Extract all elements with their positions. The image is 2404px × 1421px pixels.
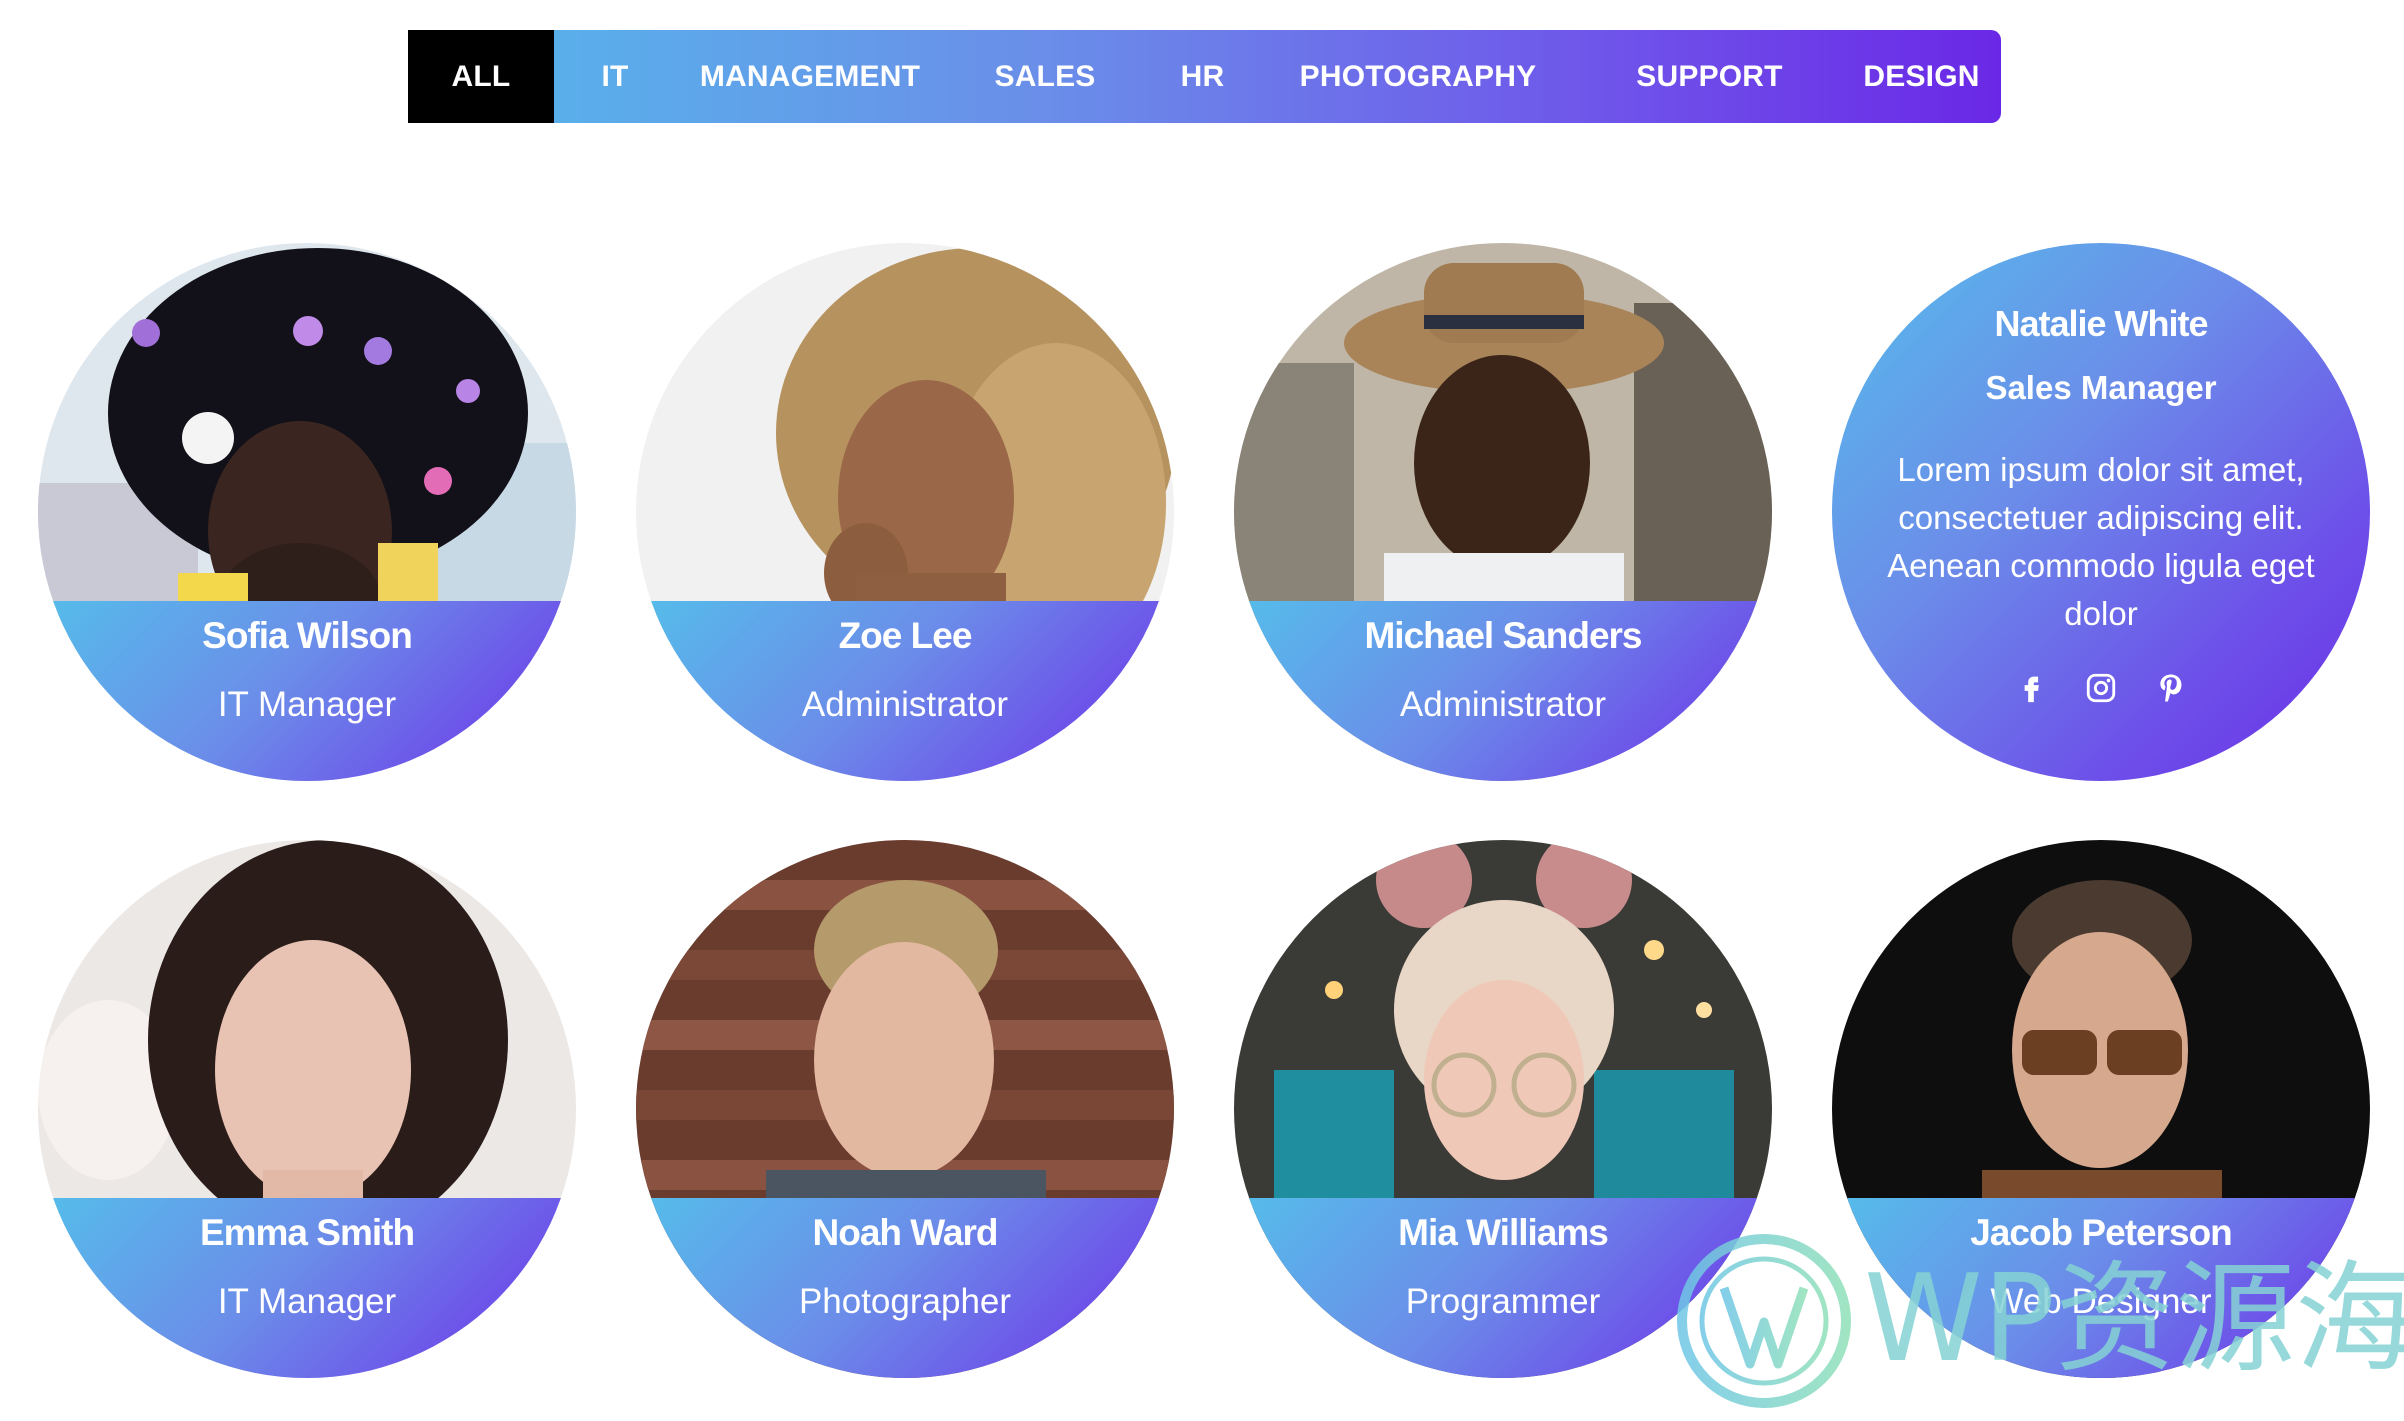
- member-role: IT Manager: [217, 1282, 397, 1321]
- filter-tab-all[interactable]: ALL: [408, 30, 554, 123]
- member-role: Sales Manager: [1985, 369, 2217, 406]
- member-name: Emma Smith: [199, 1212, 415, 1253]
- team-member-card-featured[interactable]: Natalie White Sales Manager Lorem ipsum …: [1832, 243, 2370, 781]
- member-caption: Zoe Lee Administrator: [636, 601, 1174, 781]
- filter-tab-hr[interactable]: HR: [1146, 30, 1259, 123]
- member-name: Noah Ward: [812, 1212, 999, 1253]
- filter-tab-photography[interactable]: PHOTOGRAPHY: [1259, 30, 1577, 123]
- pinterest-icon[interactable]: [2154, 671, 2188, 705]
- member-bio: Lorem ipsum dolor sit amet, consectetuer…: [1887, 451, 2315, 632]
- facebook-icon[interactable]: [2014, 671, 2048, 705]
- member-name: Sofia Wilson: [202, 615, 413, 656]
- member-name: Jacob Peterson: [1970, 1212, 2233, 1253]
- member-caption: Michael Sanders Administrator: [1234, 601, 1772, 781]
- member-caption: Emma Smith IT Manager: [38, 1198, 576, 1378]
- team-member-card[interactable]: Jacob Peterson Web Designer: [1832, 840, 2370, 1378]
- member-role: Web Designer: [1990, 1282, 2212, 1321]
- filter-tab-sales[interactable]: SALES: [944, 30, 1146, 123]
- member-name: Mia Williams: [1398, 1212, 1609, 1253]
- member-role: Programmer: [1405, 1282, 1601, 1321]
- team-member-card[interactable]: Michael Sanders Administrator: [1234, 243, 1772, 781]
- member-role: Administrator: [801, 685, 1009, 724]
- filter-tab-management[interactable]: MANAGEMENT: [676, 30, 944, 123]
- member-caption: Mia Williams Programmer: [1234, 1198, 1772, 1378]
- member-role: Photographer: [798, 1282, 1012, 1321]
- category-filter-bar: ALL IT MANAGEMENT SALES HR PHOTOGRAPHY S…: [408, 30, 2001, 123]
- filter-tab-design[interactable]: DESIGN: [1842, 30, 2001, 123]
- member-caption: Sofia Wilson IT Manager: [38, 601, 576, 781]
- team-member-card[interactable]: Noah Ward Photographer: [636, 840, 1174, 1378]
- team-member-card[interactable]: Zoe Lee Administrator: [636, 243, 1174, 781]
- member-name: Michael Sanders: [1364, 615, 1642, 656]
- member-name: Natalie White: [1994, 303, 2208, 344]
- member-role: IT Manager: [217, 685, 397, 724]
- team-member-card[interactable]: Sofia Wilson IT Manager: [38, 243, 576, 781]
- filter-tab-it[interactable]: IT: [554, 30, 676, 123]
- member-caption: Jacob Peterson Web Designer: [1832, 1198, 2370, 1378]
- member-role: Administrator: [1399, 685, 1607, 724]
- team-member-card[interactable]: Emma Smith IT Manager: [38, 840, 576, 1378]
- instagram-icon[interactable]: [2084, 671, 2118, 705]
- member-name: Zoe Lee: [838, 615, 973, 656]
- social-links: [1832, 671, 2370, 705]
- filter-tab-support[interactable]: SUPPORT: [1577, 30, 1842, 123]
- team-member-card[interactable]: Mia Williams Programmer: [1234, 840, 1772, 1378]
- member-caption: Noah Ward Photographer: [636, 1198, 1174, 1378]
